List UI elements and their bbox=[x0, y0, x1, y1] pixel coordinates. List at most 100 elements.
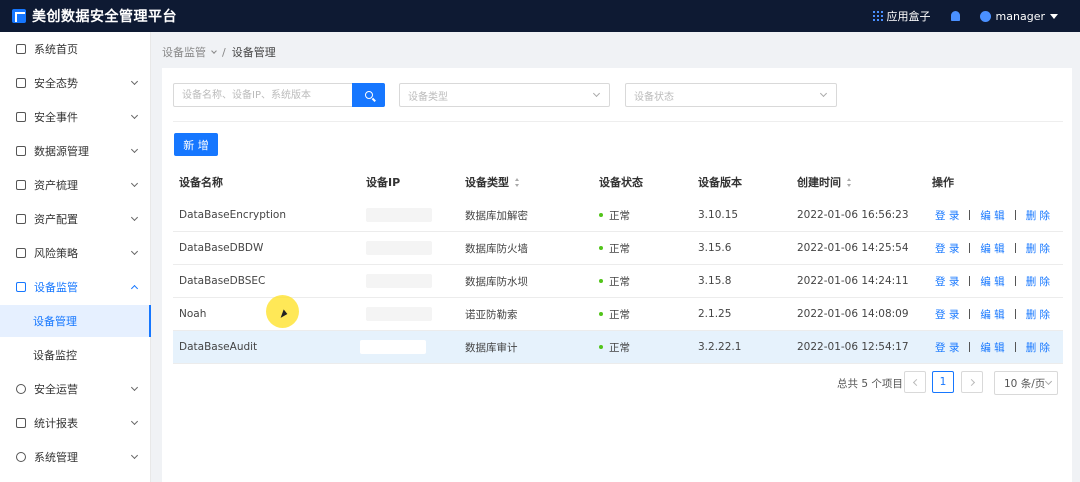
page-size-select[interactable]: 10 条/页 bbox=[994, 371, 1058, 395]
delete-link[interactable]: 删 除 bbox=[1026, 274, 1050, 289]
login-link[interactable]: 登 录 bbox=[935, 208, 959, 223]
device-status-select[interactable]: 设备状态 bbox=[625, 83, 837, 107]
column-header-type[interactable]: 设备类型 bbox=[465, 166, 520, 198]
chart-icon bbox=[16, 78, 26, 88]
edit-link[interactable]: 编 辑 bbox=[980, 340, 1004, 355]
sidebar-item-label: 安全运营 bbox=[34, 383, 78, 396]
search-input[interactable] bbox=[174, 84, 352, 106]
chevron-down-icon bbox=[130, 77, 139, 86]
ip-mask bbox=[366, 208, 432, 222]
column-header-version: 设备版本 bbox=[698, 176, 742, 189]
ip-mask bbox=[360, 340, 426, 354]
bell-icon[interactable] bbox=[950, 11, 960, 21]
sidebar-item-label: 数据源管理 bbox=[34, 145, 89, 158]
sidebar-item-risk-policy[interactable]: 风险策略 bbox=[0, 236, 151, 270]
created-time: 2022-01-06 14:24:11 bbox=[797, 275, 909, 287]
separator bbox=[1014, 309, 1016, 319]
sidebar-subitem-label: 设备监控 bbox=[33, 349, 77, 362]
caret-down-icon bbox=[1050, 13, 1058, 19]
device-status-placeholder: 设备状态 bbox=[634, 91, 674, 103]
sidebar-item-security-events[interactable]: 安全事件 bbox=[0, 100, 151, 134]
page-button[interactable]: 1 bbox=[932, 371, 954, 393]
sidebar-item-label: 资产梳理 bbox=[34, 179, 78, 192]
sidebar-item-home[interactable]: 系统首页 bbox=[0, 32, 151, 66]
status-dot-icon bbox=[599, 213, 603, 217]
user-menu[interactable]: manager bbox=[979, 10, 1058, 23]
shield-icon bbox=[16, 384, 26, 394]
table-header: 设备名称 设备IP 设备类型 设备状态 设备版本 创建时间 操作 bbox=[173, 166, 1063, 198]
sidebar-subitem-device-management[interactable]: 设备管理 bbox=[0, 305, 151, 337]
chevron-down-icon bbox=[130, 145, 139, 154]
sidebar-item-label: 统计报表 bbox=[34, 417, 78, 430]
device-type-select[interactable]: 设备类型 bbox=[399, 83, 610, 107]
device-status: 正常 bbox=[599, 265, 630, 297]
device-status: 正常 bbox=[599, 331, 630, 363]
next-page-button[interactable] bbox=[961, 371, 983, 393]
sort-icon[interactable] bbox=[847, 177, 852, 187]
home-icon bbox=[16, 44, 26, 54]
sort-icon[interactable] bbox=[515, 177, 520, 187]
app-box-button[interactable]: 应用盒子 bbox=[872, 8, 931, 24]
separator bbox=[969, 309, 971, 319]
login-link[interactable]: 登 录 bbox=[935, 241, 959, 256]
device-type: 数据库审计 bbox=[465, 341, 518, 354]
database-icon bbox=[16, 146, 26, 156]
sidebar: 系统首页 安全态势 安全事件 数据源管理 资产梳理 资产配置 风险策略 设备监管… bbox=[0, 32, 151, 482]
separator bbox=[969, 243, 971, 253]
separator bbox=[969, 342, 971, 352]
sidebar-item-reports[interactable]: 统计报表 bbox=[0, 406, 151, 440]
device-type-placeholder: 设备类型 bbox=[408, 91, 448, 103]
ip-mask bbox=[366, 307, 432, 321]
search-icon bbox=[364, 91, 373, 99]
top-bar: 美创数据安全管理平台 应用盒子 manager bbox=[0, 0, 1080, 32]
delete-link[interactable]: 删 除 bbox=[1026, 307, 1050, 322]
login-link[interactable]: 登 录 bbox=[935, 307, 959, 322]
status-dot-icon bbox=[599, 246, 603, 250]
edit-link[interactable]: 编 辑 bbox=[980, 274, 1004, 289]
separator bbox=[1014, 210, 1016, 220]
edit-link[interactable]: 编 辑 bbox=[980, 241, 1004, 256]
table-row: DataBaseDBDW 数据库防火墙 正常 3.15.6 2022-01-06… bbox=[173, 232, 1063, 265]
separator bbox=[969, 276, 971, 286]
app-logo[interactable]: 美创数据安全管理平台 bbox=[12, 6, 177, 26]
row-actions: 登 录 编 辑 删 除 bbox=[935, 199, 1050, 231]
table-row: DataBaseEncryption 数据库加解密 正常 3.10.15 202… bbox=[173, 199, 1063, 232]
row-actions: 登 录 编 辑 删 除 bbox=[935, 232, 1050, 264]
separator bbox=[1014, 342, 1016, 352]
sidebar-item-asset-config[interactable]: 资产配置 bbox=[0, 202, 151, 236]
device-version: 3.15.8 bbox=[698, 275, 732, 287]
delete-link[interactable]: 删 除 bbox=[1026, 241, 1050, 256]
chevron-down-icon[interactable] bbox=[211, 47, 217, 54]
device-name: DataBaseEncryption bbox=[179, 209, 287, 221]
login-link[interactable]: 登 录 bbox=[935, 340, 959, 355]
sidebar-item-asset-sorting[interactable]: 资产梳理 bbox=[0, 168, 151, 202]
main-content: 设备类型 设备状态 新 增 设备名称 设备IP 设备类型 设备状态 设备版本 创… bbox=[162, 68, 1072, 482]
row-actions: 登 录 编 辑 删 除 bbox=[935, 331, 1050, 363]
report-icon bbox=[16, 418, 26, 428]
search-button[interactable] bbox=[352, 83, 385, 107]
page-size-label: 10 条/页 bbox=[1004, 377, 1046, 390]
sidebar-item-security-ops[interactable]: 安全运营 bbox=[0, 372, 151, 406]
breadcrumb-parent[interactable]: 设备监管 bbox=[162, 44, 206, 60]
delete-link[interactable]: 删 除 bbox=[1026, 340, 1050, 355]
edit-link[interactable]: 编 辑 bbox=[980, 208, 1004, 223]
chevron-down-icon bbox=[130, 451, 139, 460]
sidebar-subitem-device-monitoring[interactable]: 设备监控 bbox=[0, 339, 151, 371]
column-header-created[interactable]: 创建时间 bbox=[797, 166, 852, 198]
device-type: 数据库防火墙 bbox=[465, 242, 528, 255]
sidebar-item-label: 系统管理 bbox=[34, 451, 78, 464]
divider bbox=[173, 121, 1063, 122]
edit-link[interactable]: 编 辑 bbox=[980, 307, 1004, 322]
prev-page-button[interactable] bbox=[904, 371, 926, 393]
column-header-status: 设备状态 bbox=[599, 176, 643, 189]
delete-link[interactable]: 删 除 bbox=[1026, 208, 1050, 223]
login-link[interactable]: 登 录 bbox=[935, 274, 959, 289]
sidebar-item-device-supervision[interactable]: 设备监管 bbox=[0, 270, 151, 304]
add-device-button[interactable]: 新 增 bbox=[174, 133, 218, 156]
device-ip bbox=[366, 199, 432, 231]
sidebar-item-system-admin[interactable]: 系统管理 bbox=[0, 440, 151, 474]
created-time: 2022-01-06 16:56:23 bbox=[797, 209, 909, 221]
sidebar-item-datasource[interactable]: 数据源管理 bbox=[0, 134, 151, 168]
chevron-down-icon bbox=[1044, 377, 1053, 386]
sidebar-item-security-posture[interactable]: 安全态势 bbox=[0, 66, 151, 100]
